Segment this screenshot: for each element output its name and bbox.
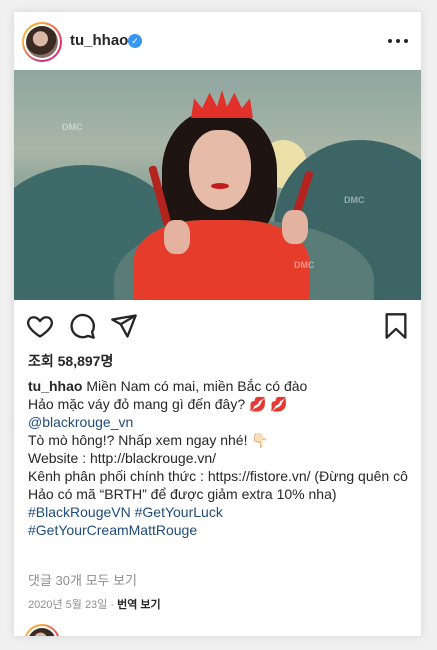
send-icon[interactable] [110, 312, 138, 340]
action-bar [14, 312, 421, 344]
avatar-frame [26, 626, 58, 636]
avatar-frame [24, 24, 60, 60]
watermark: DMC [344, 195, 365, 205]
hand-left [164, 220, 190, 254]
avatar-image [28, 628, 56, 636]
model-lips [211, 183, 229, 189]
website-text: Website : http://blackrouge.vn/ [28, 450, 217, 466]
caption-text: Kênh phân phối chính thức : https://fist… [28, 468, 408, 502]
post-meta: 2020년 5월 23일 · 번역 보기 [28, 596, 408, 614]
view-all-comments-link[interactable]: 댓글 30개 모두 보기 [28, 572, 408, 590]
avatar[interactable] [22, 22, 62, 62]
post-date: 2020년 5월 23일 [28, 599, 108, 611]
comment-icon[interactable] [68, 312, 96, 340]
more-options-icon[interactable] [387, 30, 409, 50]
avatar-image [26, 26, 58, 58]
hashtag-link[interactable]: #BlackRougeVN #GetYourLuck [28, 503, 408, 521]
caption-text: Hảo mặc váy đỏ mang gì đến đây? 💋 💋 [28, 396, 288, 412]
caption-text: Miền Nam có mai, miền Bắc có đào [86, 378, 308, 394]
post-card: tu_hhao ✓ DMC DMC DMC 조회 58,897명 tu_hhao… [14, 12, 421, 636]
caption-username[interactable]: tu_hhao [28, 378, 82, 394]
username-link[interactable]: tu_hhao [70, 32, 128, 49]
watermark: DMC [294, 260, 315, 270]
caption: tu_hhao Miền Nam có mai, miền Bắc có đào… [28, 377, 408, 539]
heart-icon[interactable] [26, 312, 54, 340]
post-image[interactable]: DMC DMC DMC [14, 70, 421, 300]
post-header: tu_hhao ✓ [14, 12, 421, 70]
view-count: 조회 58,897명 [28, 353, 114, 369]
bookmark-icon[interactable] [382, 312, 410, 340]
verified-badge-icon: ✓ [128, 34, 142, 48]
translate-link[interactable]: 번역 보기 [117, 599, 161, 611]
caption-text: Tò mò hông!? Nhấp xem ngay nhé! 👇🏻 [28, 432, 269, 448]
next-post-avatar[interactable] [24, 624, 60, 636]
hashtag-link[interactable]: #GetYourCreamMattRouge [28, 521, 408, 539]
red-crown [191, 90, 253, 118]
caption-line: tu_hhao Miền Nam có mai, miền Bắc có đào [28, 377, 408, 395]
model-face [189, 130, 251, 210]
watermark: DMC [62, 122, 83, 132]
separator: · [110, 599, 115, 611]
hand-right [282, 210, 308, 244]
mention-link[interactable]: @blackrouge_vn [28, 413, 408, 431]
